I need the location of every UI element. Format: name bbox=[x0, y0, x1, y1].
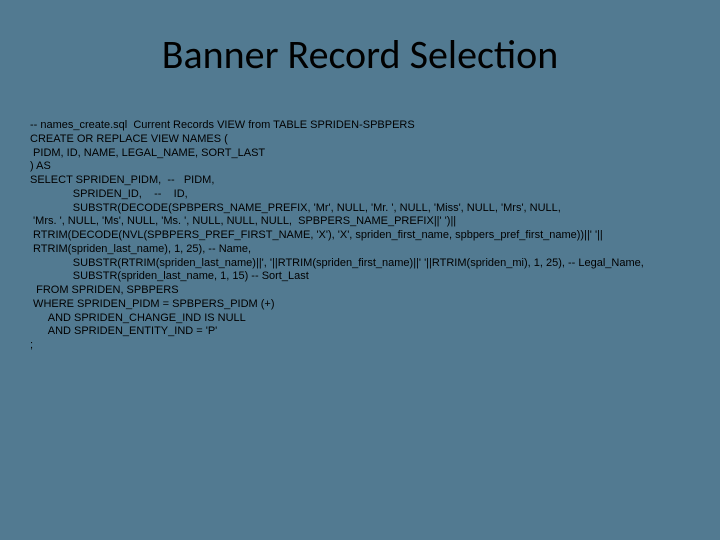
slide-title: Banner Record Selection bbox=[30, 30, 690, 79]
sql-code-block: -- names_create.sql Current Records VIEW… bbox=[30, 119, 690, 353]
slide: Banner Record Selection -- names_create.… bbox=[0, 0, 720, 540]
